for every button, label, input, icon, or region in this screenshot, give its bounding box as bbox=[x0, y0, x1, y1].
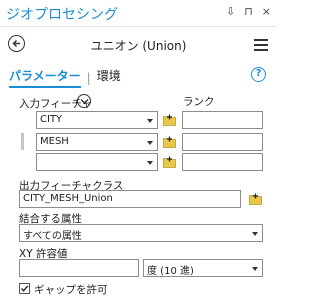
dropdown-arrow-icon bbox=[147, 141, 153, 145]
close-icon[interactable]: × bbox=[262, 5, 271, 18]
browse-folder-icon[interactable] bbox=[163, 156, 176, 168]
float-icon[interactable]: ⊓ bbox=[244, 5, 253, 18]
output-feature-class-field[interactable]: CITY_MESH_Union bbox=[19, 190, 241, 208]
tab-bar: パラメーター | 環境 bbox=[9, 67, 121, 88]
input-feature-value: MESH bbox=[40, 136, 69, 147]
checkmark-icon bbox=[20, 285, 29, 292]
dropdown-arrow-icon bbox=[147, 119, 153, 123]
join-attributes-value: すべての属性 bbox=[23, 231, 82, 242]
dropdown-arrow-icon bbox=[252, 267, 258, 271]
xy-tolerance-unit-value: 度 (10 進) bbox=[147, 266, 194, 277]
tool-title: ユニオン (Union) bbox=[90, 39, 187, 53]
output-feature-class-value: CITY_MESH_Union bbox=[23, 193, 113, 204]
browse-folder-icon[interactable] bbox=[163, 114, 176, 126]
tab-parameters[interactable]: パラメーター bbox=[9, 67, 81, 88]
gaps-allowed-label: ギャップを許可 bbox=[34, 284, 108, 296]
rank-field[interactable] bbox=[182, 133, 263, 151]
join-attributes-select[interactable]: すべての属性 bbox=[19, 224, 263, 242]
rank-field[interactable] bbox=[182, 111, 263, 129]
chevron-down-icon[interactable] bbox=[77, 94, 91, 108]
input-feature-combo[interactable]: CITY bbox=[36, 111, 158, 129]
window-controls: ⇩ ⊓ × bbox=[226, 5, 271, 18]
tab-separator: | bbox=[86, 70, 91, 85]
menu-icon[interactable] bbox=[254, 39, 268, 54]
rank-label: ランク bbox=[183, 96, 215, 108]
input-feature-combo[interactable]: MESH bbox=[36, 133, 158, 151]
pane-title-bar: ジオプロセシング ⇩ ⊓ × bbox=[0, 0, 277, 27]
gaps-allowed-checkbox[interactable] bbox=[19, 283, 30, 294]
tool-header: ユニオン (Union) bbox=[0, 28, 277, 60]
pane-title: ジオプロセシング bbox=[6, 7, 118, 23]
xy-tolerance-field[interactable] bbox=[19, 259, 139, 277]
help-icon[interactable]: ? bbox=[251, 67, 266, 82]
tab-environments[interactable]: 環境 bbox=[97, 67, 121, 88]
input-feature-combo[interactable] bbox=[36, 153, 158, 171]
rank-field[interactable] bbox=[182, 153, 263, 171]
xy-tolerance-unit-select[interactable]: 度 (10 進) bbox=[143, 259, 263, 277]
browse-folder-icon[interactable] bbox=[249, 193, 262, 205]
dropdown-pin-icon[interactable]: ⇩ bbox=[226, 5, 235, 18]
input-feature-value: CITY bbox=[40, 114, 63, 125]
browse-folder-icon[interactable] bbox=[163, 136, 176, 148]
dropdown-arrow-icon bbox=[147, 161, 153, 165]
dropdown-arrow-icon bbox=[252, 232, 258, 236]
drag-handle[interactable] bbox=[21, 133, 24, 150]
